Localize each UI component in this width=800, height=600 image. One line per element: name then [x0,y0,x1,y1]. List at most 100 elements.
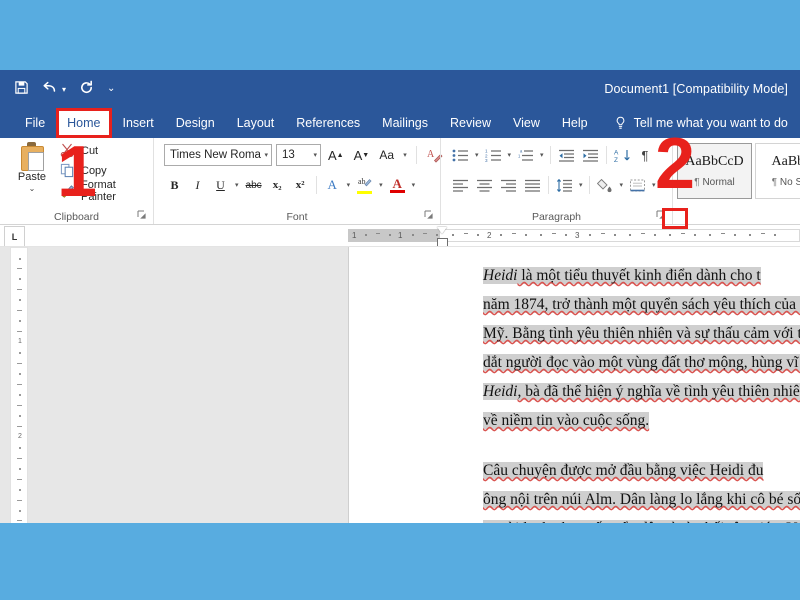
shrink-font-button[interactable]: A ▼ [351,144,373,166]
font-size-value: 13 [282,149,295,161]
numbering-button[interactable]: 123 [482,144,505,166]
sort-button[interactable]: AZ [611,144,634,166]
clipboard-dialog-launcher[interactable] [136,209,148,221]
undo-dropdown-icon[interactable]: ▾ [62,85,66,94]
chevron-down-icon[interactable]: ▾ [261,151,268,159]
save-icon[interactable] [14,80,29,98]
paragraph-group-label: Paragraph [531,211,582,223]
italic-button[interactable]: I [187,174,208,196]
decrease-indent-button[interactable] [555,144,578,166]
chevron-down-icon[interactable]: ▾ [310,151,317,159]
underline-dropdown-icon[interactable]: ▾ [233,181,241,189]
bold-button[interactable]: B [164,174,185,196]
format-painter-button[interactable]: Format Painter [60,179,153,203]
align-left-button[interactable] [449,174,472,196]
word-window: ▾ ⌄ Document1 [Compatibility Mode] File … [0,70,800,523]
cut-button[interactable]: Cut [60,142,153,159]
screenshot-stage: ▾ ⌄ Document1 [Compatibility Mode] File … [0,0,800,600]
multilevel-list-button[interactable]: a1 [514,144,537,166]
change-case-button[interactable]: Aa [376,144,397,166]
highlight-icon: ab [357,176,373,194]
tab-review[interactable]: Review [439,108,502,138]
strikethrough-button[interactable]: abc [243,174,265,196]
style-name-text: No Spa [779,177,800,188]
paragraph-1[interactable]: Heidi là một tiểu thuyết kinh điển dành … [441,261,800,435]
font-color-button[interactable]: A [387,174,408,196]
tab-view[interactable]: View [502,108,551,138]
paragraph-dialog-launcher[interactable] [655,209,667,221]
hanging-indent-marker[interactable] [437,238,448,246]
svg-text:A: A [614,149,619,156]
text-effects-dropdown-icon[interactable]: ▾ [345,181,353,189]
bullets-dropdown-icon[interactable]: ▾ [473,151,481,159]
redo-icon[interactable] [79,80,94,98]
change-case-dropdown-icon[interactable]: ▾ [401,151,409,159]
doc-run: Câu chuyện được mở đầu bằng việc Heidi đ… [483,462,764,479]
ruler-mark: 1 [398,231,403,240]
tab-file[interactable]: File [14,108,56,138]
font-name-combo[interactable]: Times New Romar ▾ [164,144,272,166]
customize-qat-icon[interactable]: ⌄ [107,84,115,94]
tab-references[interactable]: References [285,108,371,138]
font-size-combo[interactable]: 13 ▾ [276,144,321,166]
line-spacing-dropdown-icon[interactable]: ▾ [577,181,585,189]
tell-me-box[interactable]: Tell me what you want to do [599,108,788,138]
horizontal-ruler[interactable]: L 1 1 2 3 [0,225,800,247]
ribbon: Paste ⌄ Cut Copy Format Painter Clipboar… [0,138,800,225]
document-page[interactable]: Heidi là một tiểu thuyết kinh điển dành … [348,247,800,523]
font-color-dropdown-icon[interactable]: ▾ [410,181,418,189]
paragraph-2[interactable]: Câu chuyện được mở đầu bằng việc Heidi đ… [441,456,800,523]
tab-mailings[interactable]: Mailings [371,108,439,138]
ribbon-group-clipboard: Paste ⌄ Cut Copy Format Painter Clipboar… [0,138,153,224]
tell-me-label: Tell me what you want to do [633,116,788,130]
font-dialog-launcher[interactable] [423,209,435,221]
grow-font-button[interactable]: A ▲ [325,144,347,166]
vertical-ruler[interactable]: 1 2 [10,247,28,523]
text-highlight-dropdown-icon[interactable]: ▾ [377,181,385,189]
divider [315,176,317,194]
style-no-spacing[interactable]: AaBbC ¶ No Spa [755,143,800,199]
bullets-button[interactable] [449,144,472,166]
tab-insert[interactable]: Insert [112,108,165,138]
justify-button[interactable] [521,174,544,196]
text-effects-button[interactable]: A [322,174,343,196]
text-highlight-button[interactable]: ab [354,174,375,196]
tab-stop-selector[interactable]: L [4,226,25,246]
align-right-button[interactable] [497,174,520,196]
tab-home[interactable]: Home [56,108,112,138]
show-formatting-marks-button[interactable]: ¶ [635,144,656,166]
increase-indent-button[interactable] [579,144,602,166]
multilevel-list-dropdown-icon[interactable]: ▾ [538,151,546,159]
shading-dropdown-icon[interactable]: ▾ [618,181,626,189]
tab-help[interactable]: Help [551,108,599,138]
subscript-button[interactable]: x₂ [267,174,288,196]
copy-button[interactable]: Copy [60,162,153,179]
style-normal[interactable]: AaBbCcD ¶ Normal [677,143,752,199]
svg-text:Z: Z [614,157,618,163]
document-text[interactable]: Heidi là một tiểu thuyết kinh điển dành … [441,261,800,523]
shading-button[interactable] [594,174,617,196]
first-line-indent-marker[interactable] [437,227,447,234]
underline-button[interactable]: U [210,174,231,196]
tab-layout[interactable]: Layout [226,108,286,138]
bold-label: B [170,177,179,192]
subscript-label: x₂ [272,179,282,191]
font-group-label: Font [286,211,308,223]
undo-icon[interactable] [42,81,58,97]
scissors-icon [60,143,75,158]
lightbulb-icon [615,116,626,131]
change-case-label: Aa [379,148,395,162]
superscript-button[interactable]: x² [290,174,311,196]
paste-dropdown-icon[interactable]: ⌄ [8,184,56,193]
line-spacing-button[interactable] [553,174,576,196]
borders-dropdown-icon[interactable]: ▾ [650,181,658,189]
tab-design[interactable]: Design [165,108,226,138]
clipboard-group-label: Clipboard [54,211,99,223]
numbering-dropdown-icon[interactable]: ▾ [506,151,514,159]
paste-button[interactable]: Paste ⌄ [8,142,56,193]
borders-button[interactable] [626,174,649,196]
doc-run: người lạnh nhạt, sống ẩn dật và từ chối … [483,520,800,523]
format-painter-label: Format Painter [81,178,116,203]
align-center-button[interactable] [473,174,496,196]
styles-gallery: AaBbCcD ¶ Normal AaBbC ¶ No Spa [677,143,800,199]
